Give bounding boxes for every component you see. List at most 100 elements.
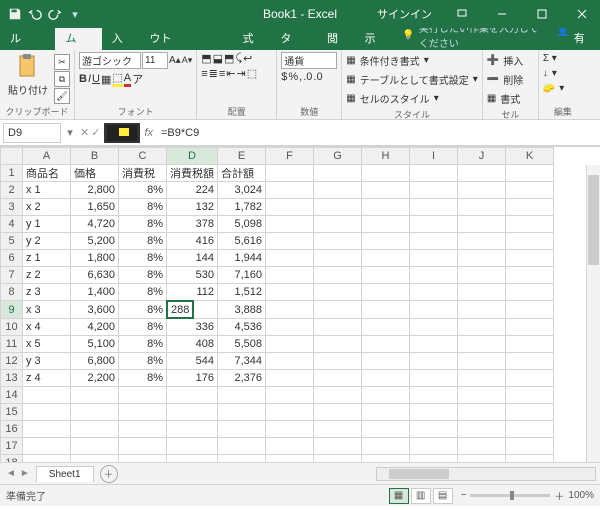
cell[interactable]: [506, 216, 554, 233]
conditional-format-button[interactable]: ▦条件付き書式 ▾: [346, 52, 428, 69]
row-header[interactable]: 4: [1, 216, 23, 233]
cell[interactable]: 3,600: [71, 301, 119, 319]
cell[interactable]: 112: [167, 284, 218, 301]
format-cells-button[interactable]: ▦書式: [487, 90, 520, 107]
cell[interactable]: [410, 233, 458, 250]
cell[interactable]: 8%: [119, 199, 167, 216]
cell[interactable]: 8%: [119, 336, 167, 353]
percent-icon[interactable]: %: [288, 71, 298, 83]
horizontal-scrollbar[interactable]: [376, 467, 596, 481]
row-header[interactable]: 16: [1, 421, 23, 438]
formula-bar[interactable]: =B9*C9: [157, 127, 600, 139]
col-header[interactable]: E: [218, 148, 266, 165]
cell[interactable]: [23, 387, 71, 404]
cell[interactable]: [410, 182, 458, 199]
cell[interactable]: [314, 370, 362, 387]
cell[interactable]: 消費税額: [167, 165, 218, 182]
cell[interactable]: [506, 370, 554, 387]
cell[interactable]: [266, 250, 314, 267]
wrap-text-icon[interactable]: ↩: [243, 52, 252, 65]
cell[interactable]: 7,160: [218, 267, 266, 284]
sheet-tab[interactable]: Sheet1: [36, 466, 94, 482]
cell[interactable]: [410, 438, 458, 455]
row-header[interactable]: 1: [1, 165, 23, 182]
cell[interactable]: [410, 370, 458, 387]
normal-view-icon[interactable]: ▦: [389, 488, 409, 504]
cell[interactable]: [506, 455, 554, 463]
cell[interactable]: [119, 421, 167, 438]
cell[interactable]: [266, 370, 314, 387]
zoom-slider[interactable]: [470, 494, 550, 497]
row-header[interactable]: 6: [1, 250, 23, 267]
cell[interactable]: 価格: [71, 165, 119, 182]
cell[interactable]: 2,800: [71, 182, 119, 199]
cell[interactable]: 5,100: [71, 336, 119, 353]
cell[interactable]: z 2: [23, 267, 71, 284]
cell[interactable]: 132: [167, 199, 218, 216]
cell[interactable]: [410, 404, 458, 421]
cell[interactable]: [458, 421, 506, 438]
col-header[interactable]: G: [314, 148, 362, 165]
increase-font-icon[interactable]: A▴: [169, 55, 181, 66]
cell[interactable]: [362, 267, 410, 284]
cell[interactable]: [506, 250, 554, 267]
cell[interactable]: [458, 319, 506, 336]
zoom-out-icon[interactable]: −: [461, 490, 467, 501]
cell[interactable]: 176: [167, 370, 218, 387]
cell[interactable]: [410, 267, 458, 284]
col-header[interactable]: K: [506, 148, 554, 165]
cell[interactable]: [23, 404, 71, 421]
cell[interactable]: [71, 455, 119, 463]
cell[interactable]: [458, 284, 506, 301]
cell[interactable]: [362, 216, 410, 233]
cell[interactable]: [458, 387, 506, 404]
cell[interactable]: 8%: [119, 250, 167, 267]
cell[interactable]: [458, 455, 506, 463]
cell[interactable]: [458, 301, 506, 319]
cell[interactable]: x 4: [23, 319, 71, 336]
font-name-select[interactable]: 游ゴシック: [79, 52, 141, 69]
paste-button[interactable]: 貼り付け: [4, 52, 52, 99]
font-size-select[interactable]: 11: [142, 52, 168, 69]
cell[interactable]: 8%: [119, 301, 167, 319]
cell[interactable]: y 1: [23, 216, 71, 233]
cell[interactable]: [167, 421, 218, 438]
maximize-icon[interactable]: [524, 0, 560, 28]
row-header[interactable]: 7: [1, 267, 23, 284]
cell[interactable]: [362, 233, 410, 250]
increase-decimal-icon[interactable]: .0: [303, 71, 312, 83]
col-header[interactable]: I: [410, 148, 458, 165]
cell[interactable]: x 5: [23, 336, 71, 353]
row-header[interactable]: 9: [1, 301, 23, 319]
cell[interactable]: [266, 438, 314, 455]
font-color-icon[interactable]: A: [124, 72, 131, 87]
cell[interactable]: [458, 336, 506, 353]
cell[interactable]: x 3: [23, 301, 71, 319]
cell[interactable]: [506, 165, 554, 182]
cell[interactable]: [218, 404, 266, 421]
enter-formula-icon[interactable]: ✓: [91, 126, 100, 139]
currency-icon[interactable]: $: [281, 71, 287, 83]
row-header[interactable]: 12: [1, 353, 23, 370]
cell[interactable]: 8%: [119, 233, 167, 250]
redo-icon[interactable]: [48, 7, 62, 21]
cell[interactable]: [410, 216, 458, 233]
cell[interactable]: [266, 353, 314, 370]
cell[interactable]: 1,782: [218, 199, 266, 216]
row-header[interactable]: 2: [1, 182, 23, 199]
cell[interactable]: 8%: [119, 182, 167, 199]
cell[interactable]: [314, 199, 362, 216]
cell[interactable]: [506, 421, 554, 438]
vertical-scrollbar[interactable]: [586, 165, 600, 462]
bold-button[interactable]: B: [79, 73, 87, 85]
copy-icon[interactable]: ⧉: [54, 71, 70, 87]
cell[interactable]: [167, 438, 218, 455]
cell[interactable]: [314, 250, 362, 267]
cancel-formula-icon[interactable]: ✕: [80, 126, 89, 139]
cell[interactable]: [506, 438, 554, 455]
row-header[interactable]: 14: [1, 387, 23, 404]
cell[interactable]: [314, 301, 362, 319]
col-header[interactable]: A: [23, 148, 71, 165]
cell[interactable]: [458, 216, 506, 233]
cell[interactable]: [458, 182, 506, 199]
